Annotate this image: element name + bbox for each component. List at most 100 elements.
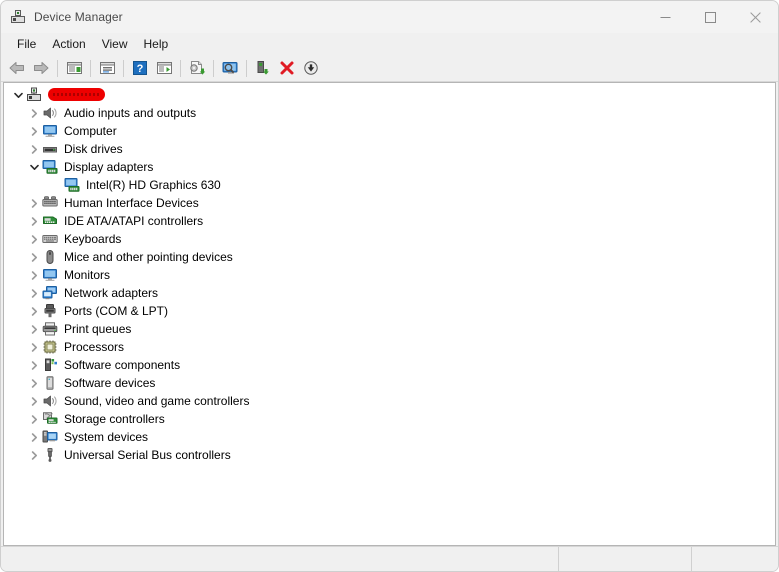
- chevron-right-icon[interactable]: [26, 338, 42, 356]
- tree-row[interactable]: Sound, video and game controllers: [4, 392, 775, 410]
- toolbar-separator: [180, 59, 181, 77]
- chevron-right-icon[interactable]: [26, 122, 42, 140]
- chevron-right-icon[interactable]: [26, 266, 42, 284]
- forward-arrow-icon[interactable]: [29, 57, 53, 79]
- tree-item-label: Mice and other pointing devices: [64, 250, 233, 264]
- chevron-down-icon[interactable]: [26, 158, 42, 176]
- tree-row[interactable]: Processors: [4, 338, 775, 356]
- update-driver-icon[interactable]: [185, 57, 209, 79]
- menu-action[interactable]: Action: [44, 34, 93, 54]
- properties-icon[interactable]: [95, 57, 119, 79]
- tree-row[interactable]: Disk drives: [4, 140, 775, 158]
- toolbar-separator: [57, 59, 58, 77]
- tree-item-label: System devices: [64, 430, 149, 444]
- uninstall-device-icon[interactable]: [275, 57, 299, 79]
- network-adapter-icon: [42, 285, 58, 301]
- show-hide-console-tree-icon[interactable]: [62, 57, 86, 79]
- chevron-right-icon[interactable]: [26, 446, 42, 464]
- menu-help[interactable]: Help: [136, 34, 177, 54]
- tree-item-label: Processors: [64, 340, 125, 354]
- usb-icon: [42, 447, 58, 463]
- chevron-right-icon[interactable]: [26, 320, 42, 338]
- tree-row[interactable]: Display adapters: [4, 158, 775, 176]
- device-tree-pane[interactable]: Audio inputs and outputs Computer Disk dri…: [3, 82, 776, 546]
- back-arrow-icon[interactable]: [5, 57, 29, 79]
- chevron-right-icon[interactable]: [26, 356, 42, 374]
- tree-row[interactable]: Ports (COM & LPT): [4, 302, 775, 320]
- menu-view[interactable]: View: [94, 34, 136, 54]
- root-label-redacted: [48, 87, 105, 104]
- chevron-right-icon[interactable]: [26, 194, 42, 212]
- toolbar: ?: [1, 55, 778, 82]
- tree-row[interactable]: Audio inputs and outputs: [4, 104, 775, 122]
- tree-row-root[interactable]: [4, 86, 775, 104]
- device-manager-icon: [10, 9, 26, 25]
- help-icon[interactable]: ?: [128, 57, 152, 79]
- tree-item-label: Print queues: [64, 322, 132, 336]
- mouse-icon: [42, 249, 58, 265]
- tree-item-label: Computer: [64, 124, 117, 138]
- tree-item-label: Sound, video and game controllers: [64, 394, 250, 408]
- tree-row[interactable]: Keyboards: [4, 230, 775, 248]
- chevron-right-icon[interactable]: [26, 392, 42, 410]
- chevron-right-icon[interactable]: [26, 410, 42, 428]
- titlebar: Device Manager: [1, 1, 778, 33]
- tree-item-label: Universal Serial Bus controllers: [64, 448, 231, 462]
- tree-row[interactable]: Computer: [4, 122, 775, 140]
- software-device-icon: [42, 375, 58, 391]
- storage-controller-icon: [42, 411, 58, 427]
- printer-icon: [42, 321, 58, 337]
- tree-row[interactable]: Human Interface Devices: [4, 194, 775, 212]
- tree-row[interactable]: Software devices: [4, 374, 775, 392]
- chevron-right-icon[interactable]: [26, 212, 42, 230]
- tree-item-label: Ports (COM & LPT): [64, 304, 169, 318]
- tree-item-label: Audio inputs and outputs: [64, 106, 197, 120]
- monitor-icon: [42, 267, 58, 283]
- chevron-right-icon[interactable]: [26, 374, 42, 392]
- menu-file[interactable]: File: [9, 34, 44, 54]
- chevron-right-icon[interactable]: [26, 230, 42, 248]
- tree-row[interactable]: Print queues: [4, 320, 775, 338]
- computer-root-icon: [26, 87, 42, 103]
- scan-for-hardware-changes-icon[interactable]: [218, 57, 242, 79]
- system-device-icon: [42, 429, 58, 445]
- display-adapter-icon: [64, 177, 80, 193]
- speaker-icon: [42, 393, 58, 409]
- minimize-button[interactable]: [643, 1, 688, 33]
- toolbar-separator: [123, 59, 124, 77]
- chevron-right-icon[interactable]: [26, 248, 42, 266]
- chevron-right-icon[interactable]: [26, 284, 42, 302]
- close-button[interactable]: [733, 1, 778, 33]
- device-tree: Audio inputs and outputs Computer Disk dri…: [4, 83, 775, 464]
- tree-item-label: Display adapters: [64, 160, 154, 174]
- svg-text:?: ?: [137, 63, 144, 75]
- chevron-right-icon[interactable]: [26, 104, 42, 122]
- tree-row[interactable]: IDE ATA/ATAPI controllers: [4, 212, 775, 230]
- status-panel-2: [559, 547, 692, 571]
- enable-device-icon[interactable]: [299, 57, 323, 79]
- chevron-right-icon[interactable]: [26, 428, 42, 446]
- maximize-button[interactable]: [688, 1, 733, 33]
- tree-row[interactable]: System devices: [4, 428, 775, 446]
- tree-row[interactable]: Monitors: [4, 266, 775, 284]
- tree-item-label: Software components: [64, 358, 181, 372]
- device-properties-icon[interactable]: [251, 57, 275, 79]
- tree-row[interactable]: Software components: [4, 356, 775, 374]
- tree-item-label: Disk drives: [64, 142, 123, 156]
- status-panel-1: [1, 547, 559, 571]
- toolbar-separator: [90, 59, 91, 77]
- tree-row[interactable]: Mice and other pointing devices: [4, 248, 775, 266]
- tree-row[interactable]: Intel(R) HD Graphics 630: [4, 176, 775, 194]
- tree-item-label: Storage controllers: [64, 412, 165, 426]
- monitor-icon: [42, 123, 58, 139]
- menubar: File Action View Help: [1, 33, 778, 55]
- show-hide-action-pane-icon[interactable]: [152, 57, 176, 79]
- chevron-right-icon[interactable]: [26, 140, 42, 158]
- tree-row[interactable]: Universal Serial Bus controllers: [4, 446, 775, 464]
- tree-row[interactable]: Storage controllers: [4, 410, 775, 428]
- tree-row[interactable]: Network adapters: [4, 284, 775, 302]
- ide-controller-icon: [42, 213, 58, 229]
- chevron-down-icon[interactable]: [10, 86, 26, 104]
- tree-item-label: Keyboards: [64, 232, 122, 246]
- chevron-right-icon[interactable]: [26, 302, 42, 320]
